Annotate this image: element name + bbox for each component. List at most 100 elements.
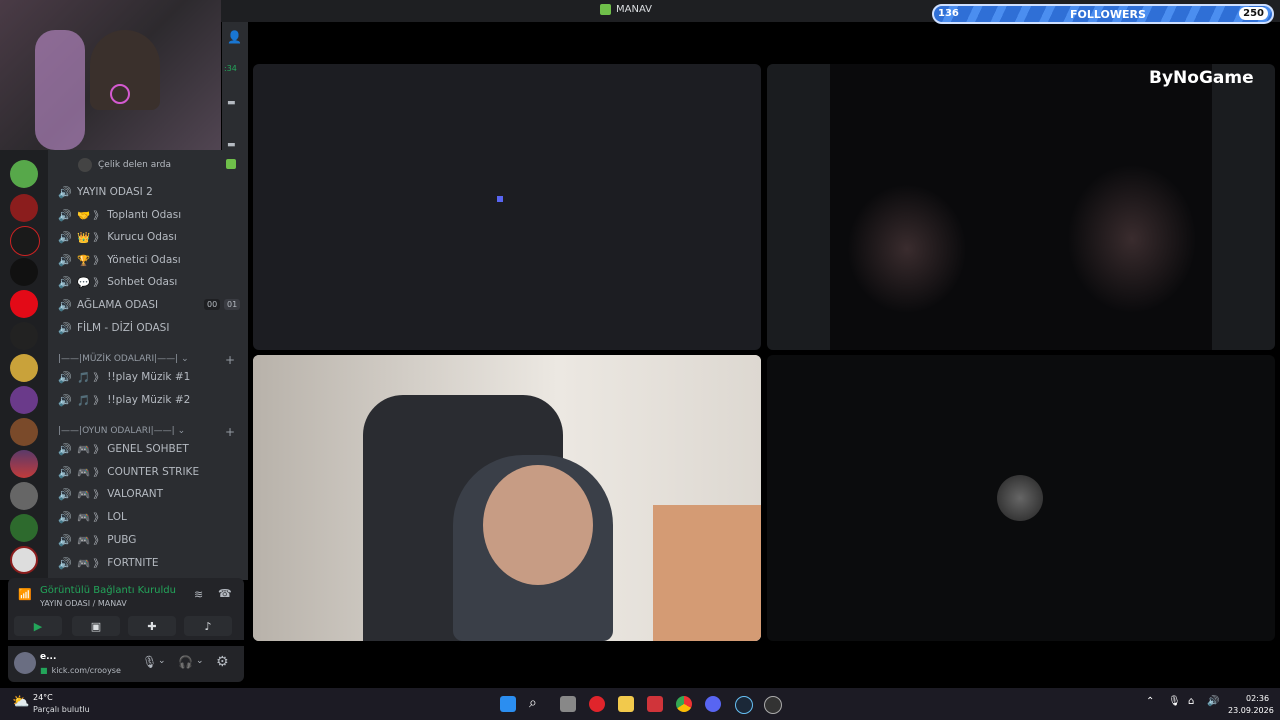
clock-time[interactable]: 02:36: [1246, 694, 1269, 703]
opera-icon[interactable]: [589, 696, 605, 712]
category-games[interactable]: |——|OYUN ODALARI|——| ⌄ +: [58, 425, 243, 439]
speaker-icon: 🔊: [58, 556, 72, 570]
file-explorer-icon[interactable]: [618, 696, 634, 712]
activities-button[interactable]: ✚: [128, 616, 176, 636]
followers-current: 136: [938, 8, 959, 19]
channel-music-2[interactable]: 🔊 🎵 》 !!play Müzik #2: [58, 390, 243, 410]
streamer-face: [483, 465, 593, 585]
server-icon[interactable]: [10, 290, 38, 318]
channel-label: Toplantı Odası: [107, 209, 182, 221]
server-icon[interactable]: [10, 322, 38, 350]
channel-music-1[interactable]: 🔊 🎵 》 !!play Müzik #1: [58, 367, 243, 387]
video-tile-4[interactable]: [767, 355, 1275, 641]
voice-status[interactable]: Görüntülü Bağlantı Kuruldu: [40, 585, 176, 596]
channel-genel-sohbet[interactable]: 🔊 🎮 》 GENEL SOHBET: [58, 439, 243, 459]
speaker-icon: 🔊: [58, 298, 72, 312]
channel-emoji: 🎮 》: [77, 466, 104, 479]
headphones-icon[interactable]: 🎧: [178, 655, 193, 669]
category-music[interactable]: |——|MÜZİK ODALARI|——| ⌄ +: [58, 353, 243, 367]
channel-emoji: 💬 》: [77, 276, 104, 289]
channel-label: !!play Müzik #2: [107, 394, 191, 406]
channel-kurucu[interactable]: 🔊 👑 》 Kurucu Odası: [58, 227, 243, 247]
microphone-tray-icon[interactable]: 🎙: [1168, 696, 1181, 707]
voice-user-name[interactable]: Çelik delen arda: [98, 160, 171, 170]
clock-date[interactable]: 23.09.2026: [1228, 706, 1274, 715]
discord-icon[interactable]: [705, 696, 721, 712]
add-channel-icon[interactable]: +: [225, 425, 235, 439]
search-icon[interactable]: ⌕: [529, 695, 537, 711]
channel-pubg[interactable]: 🔊 🎮 》 PUBG: [58, 530, 243, 550]
side-count: :34: [224, 64, 237, 73]
speaker-icon: 🔊: [58, 370, 72, 384]
chevron-down-icon[interactable]: ⌄: [196, 656, 204, 666]
speaker-icon: 🔊: [58, 208, 72, 222]
window-title-text: MANAV: [616, 4, 652, 15]
channel-yonetici[interactable]: 🔊 🏆 》 Yönetici Odası: [58, 250, 243, 270]
server-icon[interactable]: [10, 258, 38, 286]
avatar[interactable]: [14, 652, 36, 674]
soundboard-button[interactable]: ♪: [184, 616, 232, 636]
speaker-icon: 🔊: [58, 393, 72, 407]
channel-emoji: 🎮 》: [77, 534, 104, 547]
user-limit-badge: 01: [224, 299, 241, 310]
server-icon[interactable]: [10, 160, 38, 188]
brand-watermark: ByNoGame: [1149, 68, 1254, 88]
chevron-down-icon[interactable]: ⌄: [158, 656, 166, 666]
channel-label: YAYIN ODASI 2: [77, 186, 153, 198]
server-icon[interactable]: [10, 386, 38, 414]
server-icon[interactable]: [10, 546, 38, 574]
voice-location[interactable]: YAYIN ODASI / MANAV: [40, 599, 127, 608]
channel-fortnite[interactable]: 🔊 🎮 》 FORTNITE: [58, 553, 243, 573]
gear-icon[interactable]: ⚙: [216, 654, 229, 670]
channel-label: VALORANT: [107, 488, 164, 500]
channel-film-dizi[interactable]: 🔊 FİLM - DİZİ ODASI: [58, 318, 243, 338]
app-icon[interactable]: [647, 696, 663, 712]
followers-goal: 250: [1239, 7, 1268, 20]
channel-counter-strike[interactable]: 🔊 🎮 》 COUNTER STRIKE: [58, 462, 243, 482]
weather-icon[interactable]: ⛅: [12, 694, 29, 710]
server-icon[interactable]: [10, 354, 38, 382]
channel-emoji: 🎵 》: [77, 371, 104, 384]
kick-icon: ■: [40, 666, 48, 675]
share-screen-button[interactable]: ▣: [72, 616, 120, 636]
channel-emoji: 🎮 》: [77, 443, 104, 456]
channel-aglama[interactable]: 🔊 AĞLAMA ODASI 00 01: [58, 295, 243, 315]
channel-label: !!play Müzik #1: [107, 371, 191, 383]
channel-lol[interactable]: 🔊 🎮 》 LOL: [58, 507, 243, 527]
server-icon[interactable]: [10, 194, 38, 222]
start-icon[interactable]: [500, 696, 516, 712]
video-tile-3[interactable]: [253, 355, 761, 641]
channel-toplanti[interactable]: 🔊 🤝 》 Toplantı Odası: [58, 205, 243, 225]
channel-sohbet[interactable]: 🔊 💬 》 Sohbet Odası: [58, 272, 243, 292]
signal-icon[interactable]: 📶: [18, 588, 32, 601]
network-icon[interactable]: ⌂: [1188, 696, 1194, 707]
server-icon[interactable]: [10, 226, 40, 256]
video-button[interactable]: ▶: [14, 616, 62, 636]
add-member-icon[interactable]: 👤: [227, 30, 242, 44]
steam-icon[interactable]: [735, 696, 753, 714]
channel-valorant[interactable]: 🔊 🎮 》 VALORANT: [58, 484, 243, 504]
obs-icon[interactable]: [764, 696, 782, 714]
weather-temp[interactable]: 24°C: [33, 693, 53, 702]
server-icon[interactable]: [10, 482, 38, 510]
weather-desc[interactable]: Parçalı bulutlu: [33, 705, 90, 714]
server-icon[interactable]: [10, 418, 38, 446]
user-avatar: [78, 158, 92, 172]
add-channel-icon[interactable]: +: [225, 353, 235, 367]
volume-icon[interactable]: 🔊: [1207, 696, 1219, 707]
followers-label: FOLLOWERS: [1070, 8, 1146, 21]
channel-yayin-odasi-2[interactable]: 🔊 YAYIN ODASI 2: [58, 182, 243, 202]
server-icon[interactable]: [10, 514, 38, 542]
hand-shadow: [1067, 164, 1197, 314]
task-view-icon[interactable]: [560, 696, 576, 712]
disconnect-icon[interactable]: ☎: [218, 587, 232, 600]
channel-sidebar: Çelik delen arda 🔊 YAYIN ODASI 2 🔊 🤝 》 Top…: [48, 150, 248, 580]
noise-suppression-icon[interactable]: ≋: [194, 588, 203, 601]
video-tile-2[interactable]: ByNoGame: [767, 64, 1275, 350]
chrome-icon[interactable]: [676, 696, 692, 712]
server-icon[interactable]: [10, 450, 38, 478]
video-tile-1[interactable]: [253, 64, 761, 350]
microphone-icon[interactable]: 🎙: [142, 655, 157, 669]
chevron-up-icon[interactable]: ⌃: [1146, 696, 1154, 707]
channel-emoji: 👑 》: [77, 231, 104, 244]
